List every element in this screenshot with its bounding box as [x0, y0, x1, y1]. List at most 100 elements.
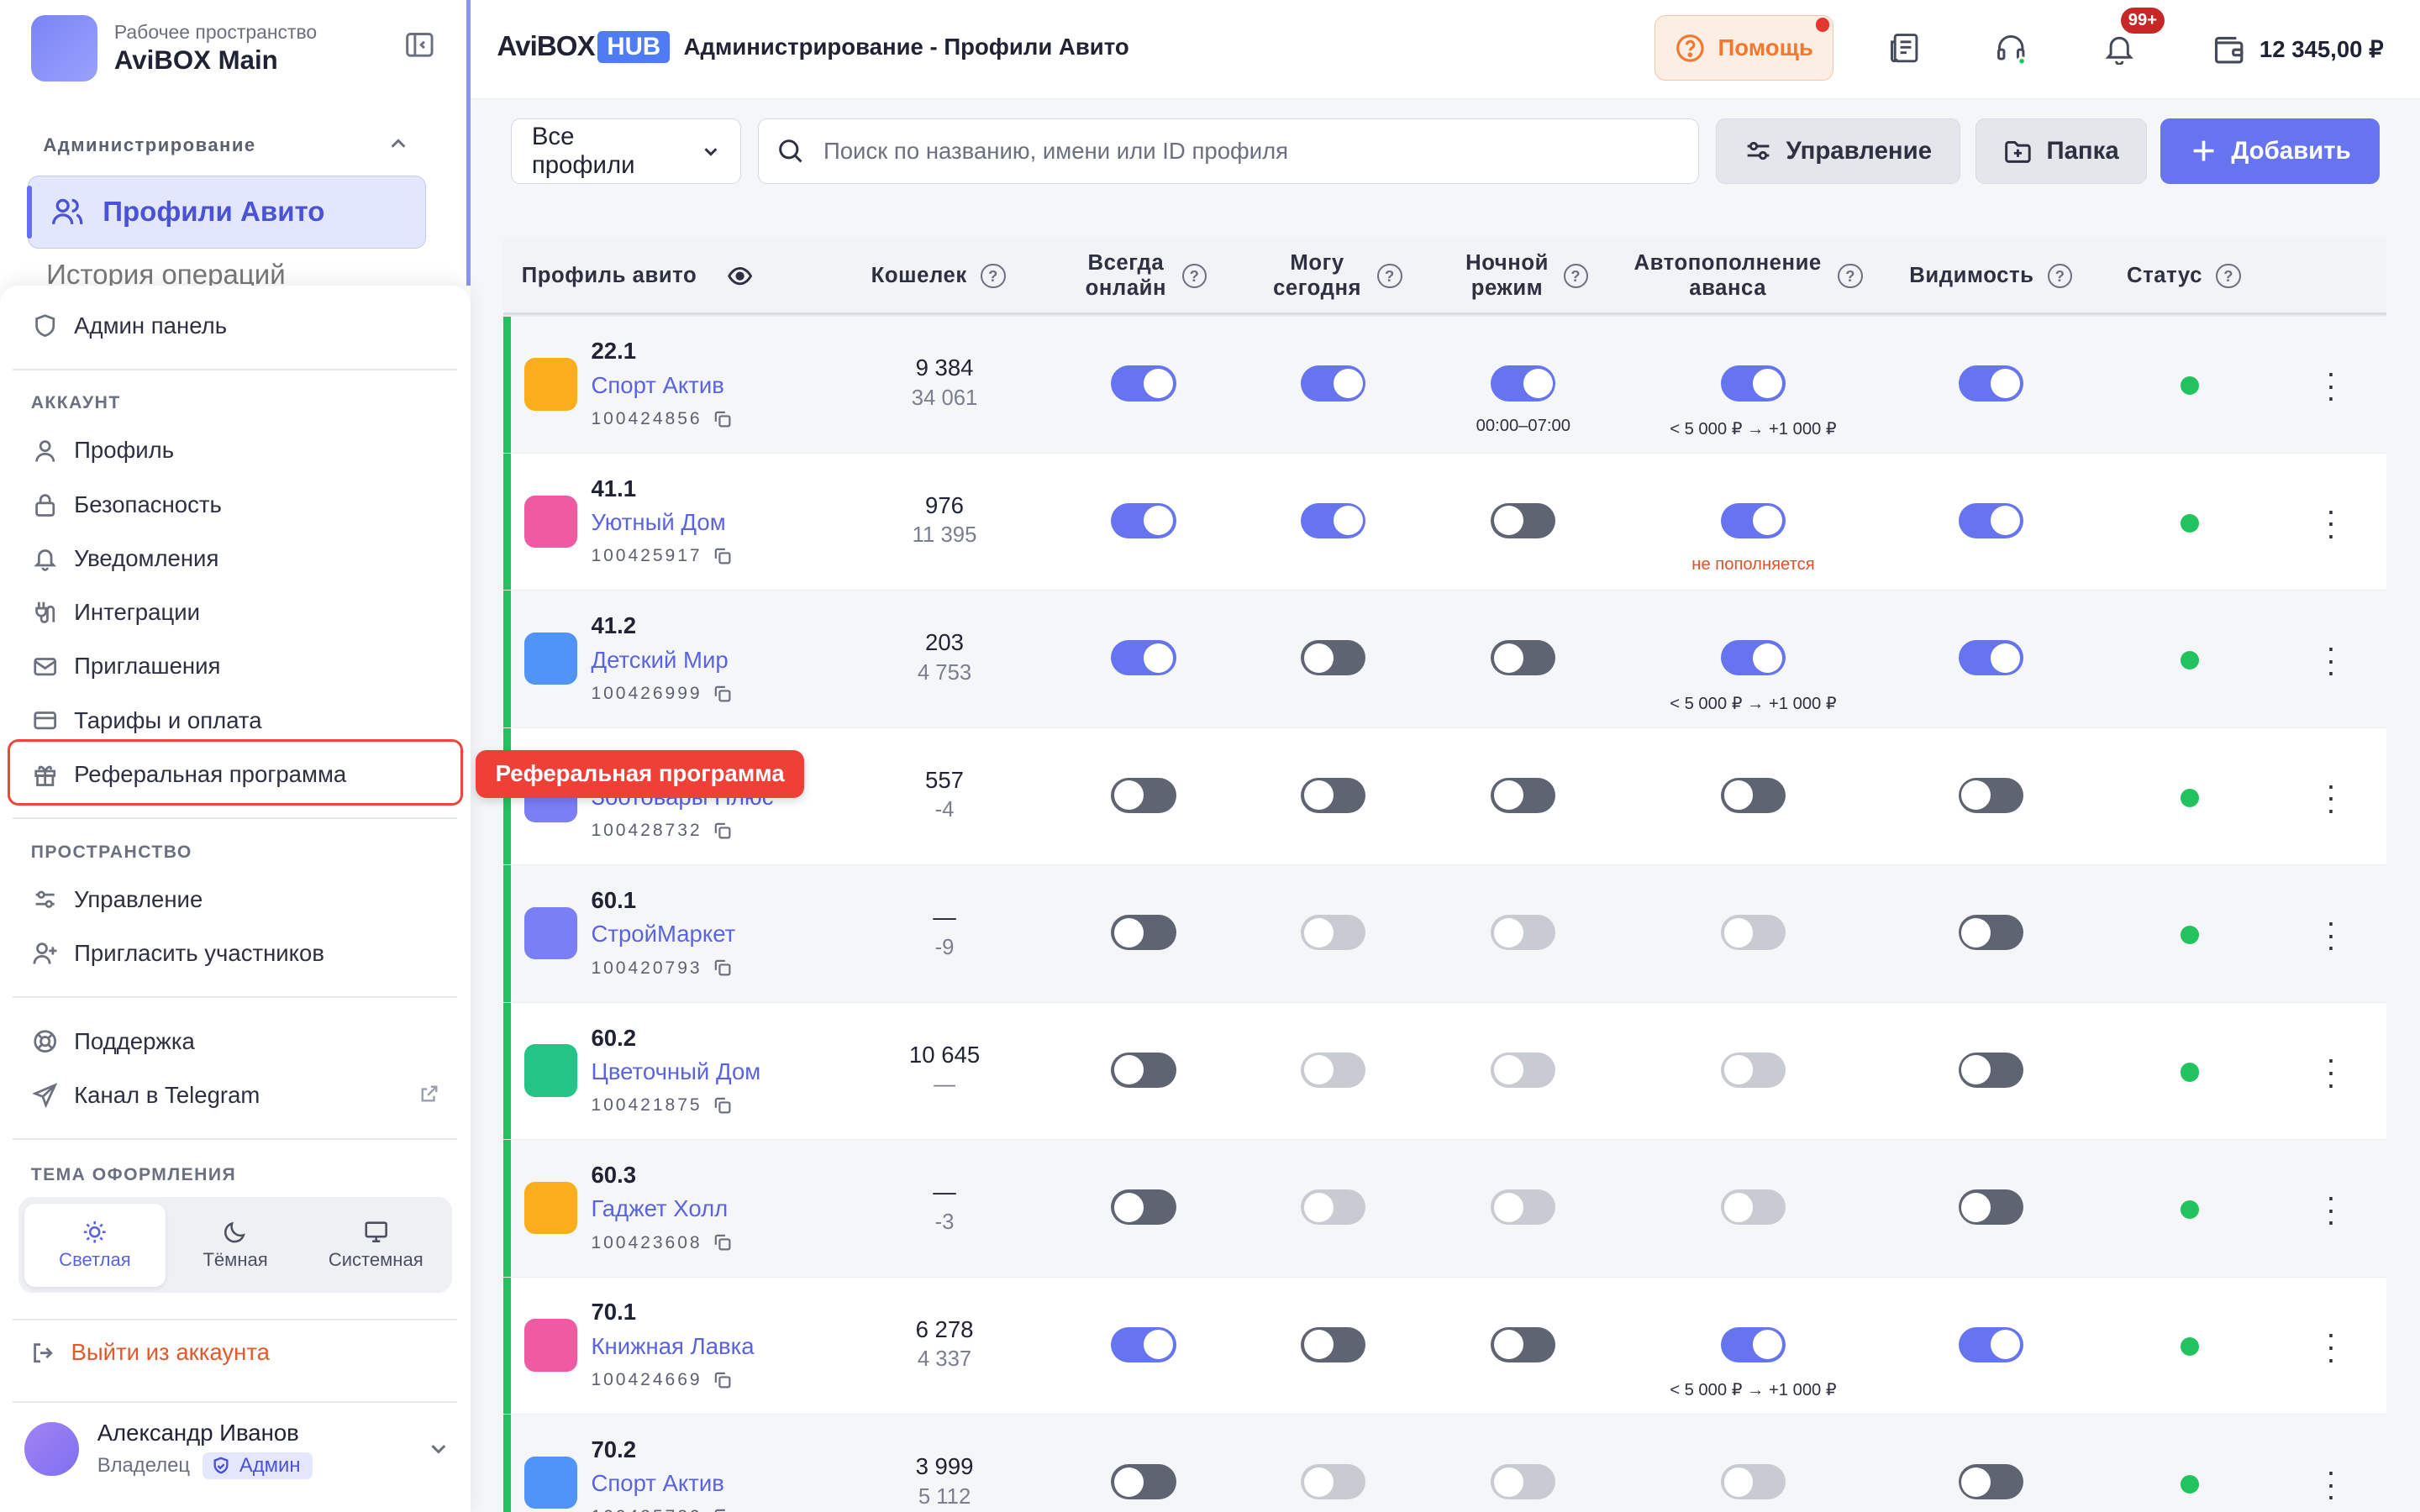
always-online-toggle[interactable] — [1111, 1189, 1176, 1226]
table-row[interactable]: 41.2 Детский Мир 100426999 203 4 753 < 5 000 … — [502, 591, 2386, 728]
more-actions-icon[interactable]: · · · — [2326, 1181, 2336, 1236]
can-today-toggle[interactable] — [1301, 1464, 1366, 1500]
visibility-toggle[interactable] — [1958, 502, 2023, 538]
theme-dark-button[interactable]: Тёмная — [166, 1204, 306, 1287]
table-row[interactable]: 60.3 Гаджет Холл 100423608 — -3 · · · — [502, 1140, 2386, 1278]
always-online-toggle[interactable] — [1111, 777, 1176, 813]
theme-system-button[interactable]: Системная — [306, 1204, 446, 1287]
menu-item-invitations[interactable]: Приглашения — [31, 648, 220, 685]
copy-icon[interactable] — [714, 1372, 731, 1389]
table-row[interactable]: 70.2 Спорт Актив 100425720 3 999 5 112 ··· — [502, 1415, 2386, 1512]
table-row[interactable]: 60.1 СтройМаркет 100420793 — -9 · · · — [502, 865, 2386, 1003]
menu-item-space-manage[interactable]: Управление — [31, 881, 203, 918]
night-mode-toggle[interactable] — [1491, 502, 1556, 538]
always-online-toggle[interactable] — [1111, 640, 1176, 676]
help-icon[interactable]: ? — [981, 264, 1006, 289]
visibility-toggle[interactable] — [1958, 365, 2023, 402]
table-row[interactable]: 22.1 Спорт Актив 100424856 9 384 34 061 00:00… — [502, 316, 2386, 454]
profile-name-link[interactable]: Книжная Лавка — [591, 1333, 754, 1360]
profile-name-link[interactable]: СтройМаркет — [591, 921, 735, 948]
help-button[interactable]: Помощь — [1654, 15, 1833, 81]
night-mode-toggle[interactable] — [1491, 1189, 1556, 1226]
manage-button[interactable]: Управление — [1716, 118, 1960, 184]
visibility-toggle[interactable] — [1958, 640, 2023, 676]
help-icon[interactable]: ? — [2047, 264, 2073, 289]
profile-name-link[interactable]: Цветочный Дом — [591, 1058, 760, 1085]
help-icon[interactable]: ? — [1377, 264, 1402, 289]
menu-item-integrations[interactable]: Интеграции — [31, 594, 200, 631]
copy-icon[interactable] — [714, 1509, 731, 1512]
help-icon[interactable]: ? — [2216, 264, 2241, 289]
menu-item-telegram[interactable]: Канал в Telegram — [31, 1077, 439, 1114]
sidebar-item-avito-profiles[interactable]: Профили Авито — [27, 176, 426, 249]
workspace-switcher[interactable]: Рабочее пространство AviBOX Main — [30, 15, 435, 82]
autofill-toggle[interactable] — [1720, 502, 1786, 538]
copy-icon[interactable] — [714, 685, 731, 702]
more-actions-icon[interactable]: · · · — [2326, 1044, 2336, 1100]
profile-name-link[interactable]: Уютный Дом — [591, 509, 725, 536]
news-icon[interactable] — [1887, 31, 1921, 71]
always-online-toggle[interactable] — [1111, 365, 1176, 402]
copy-icon[interactable] — [714, 1234, 731, 1251]
always-online-toggle[interactable] — [1111, 502, 1176, 538]
admin-section-header[interactable]: Администрирование — [43, 134, 407, 156]
autofill-toggle[interactable] — [1720, 365, 1786, 402]
night-mode-toggle[interactable] — [1491, 1464, 1556, 1500]
can-today-toggle[interactable] — [1301, 640, 1366, 676]
col-profile[interactable]: Профиль авито — [522, 238, 754, 315]
night-mode-toggle[interactable] — [1491, 1052, 1556, 1088]
visibility-toggle[interactable] — [1958, 915, 2023, 951]
autofill-toggle[interactable] — [1720, 1189, 1786, 1226]
more-actions-icon[interactable]: · · · — [2326, 632, 2336, 687]
visibility-toggle[interactable] — [1958, 1189, 2023, 1226]
menu-item-billing[interactable]: Тарифы и оплата — [31, 702, 262, 739]
help-icon[interactable]: ? — [1563, 264, 1588, 289]
eye-icon[interactable] — [727, 263, 753, 289]
visibility-toggle[interactable] — [1958, 1464, 2023, 1500]
profile-name-link[interactable]: Спорт Актив — [591, 372, 724, 399]
more-actions-icon[interactable]: · · · — [2326, 357, 2336, 412]
night-mode-toggle[interactable] — [1491, 365, 1556, 402]
add-profile-button[interactable]: Добавить — [2160, 118, 2381, 184]
can-today-toggle[interactable] — [1301, 1189, 1366, 1226]
collapse-sidebar-icon[interactable] — [404, 29, 435, 67]
autofill-toggle[interactable] — [1720, 915, 1786, 951]
profile-filter-select[interactable]: Все профили — [510, 118, 741, 184]
more-actions-icon[interactable]: · · · — [2326, 495, 2336, 550]
can-today-toggle[interactable] — [1301, 1052, 1366, 1088]
table-row[interactable]: 70.1 Книжная Лавка 100424669 6 278 4 337 < 5 … — [502, 1277, 2386, 1415]
more-actions-icon[interactable]: · · · — [2326, 769, 2336, 825]
autofill-toggle[interactable] — [1720, 777, 1786, 813]
autofill-toggle[interactable] — [1720, 1326, 1786, 1362]
more-actions-icon[interactable]: · · · — [2326, 1319, 2336, 1374]
user-card[interactable]: Александр Иванов Владелец Админ — [24, 1420, 449, 1479]
night-mode-toggle[interactable] — [1491, 915, 1556, 951]
autofill-toggle[interactable] — [1720, 640, 1786, 676]
always-online-toggle[interactable] — [1111, 1052, 1176, 1088]
night-mode-toggle[interactable] — [1491, 640, 1556, 676]
night-mode-toggle[interactable] — [1491, 1326, 1556, 1362]
can-today-toggle[interactable] — [1301, 1326, 1366, 1362]
bell-icon[interactable] — [2102, 31, 2136, 71]
profile-name-link[interactable]: Гаджет Холл — [591, 1195, 728, 1222]
menu-item-profile[interactable]: Профиль — [31, 432, 174, 469]
visibility-toggle[interactable] — [1958, 1326, 2023, 1362]
balance-widget[interactable]: 12 345,00 ₽ — [2212, 33, 2384, 66]
menu-item-support[interactable]: Поддержка — [31, 1023, 195, 1060]
autofill-toggle[interactable] — [1720, 1052, 1786, 1088]
copy-icon[interactable] — [714, 822, 731, 839]
menu-item-notifications[interactable]: Уведомления — [31, 540, 218, 577]
copy-icon[interactable] — [714, 1097, 731, 1114]
menu-item-invite-members[interactable]: Пригласить участников — [31, 935, 324, 972]
copy-icon[interactable] — [714, 411, 731, 428]
menu-item-security[interactable]: Безопасность — [31, 486, 222, 523]
table-row[interactable]: 60.2 Цветочный Дом 100421875 10 645 — · · · — [502, 1002, 2386, 1141]
logout-button[interactable]: Выйти из аккаунта — [31, 1339, 270, 1366]
night-mode-toggle[interactable] — [1491, 777, 1556, 813]
can-today-toggle[interactable] — [1301, 777, 1366, 813]
help-icon[interactable]: ? — [1181, 264, 1207, 289]
copy-icon[interactable] — [714, 548, 731, 564]
can-today-toggle[interactable] — [1301, 502, 1366, 538]
more-actions-icon[interactable]: · · · — [2326, 906, 2336, 962]
menu-item-admin-panel[interactable]: Админ панель — [31, 307, 227, 344]
